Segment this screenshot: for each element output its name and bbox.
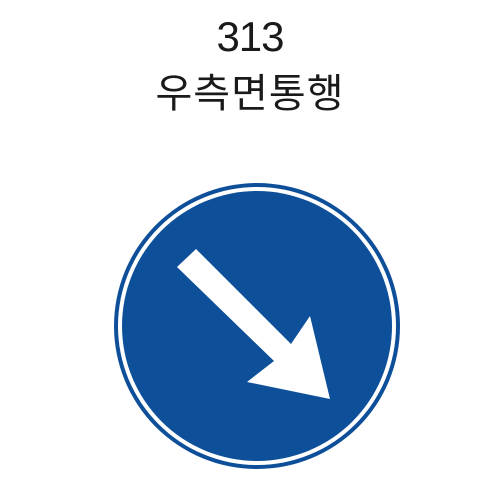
keep-right-sign xyxy=(114,183,400,469)
sign-page: 313 우측면통행 xyxy=(0,0,500,500)
